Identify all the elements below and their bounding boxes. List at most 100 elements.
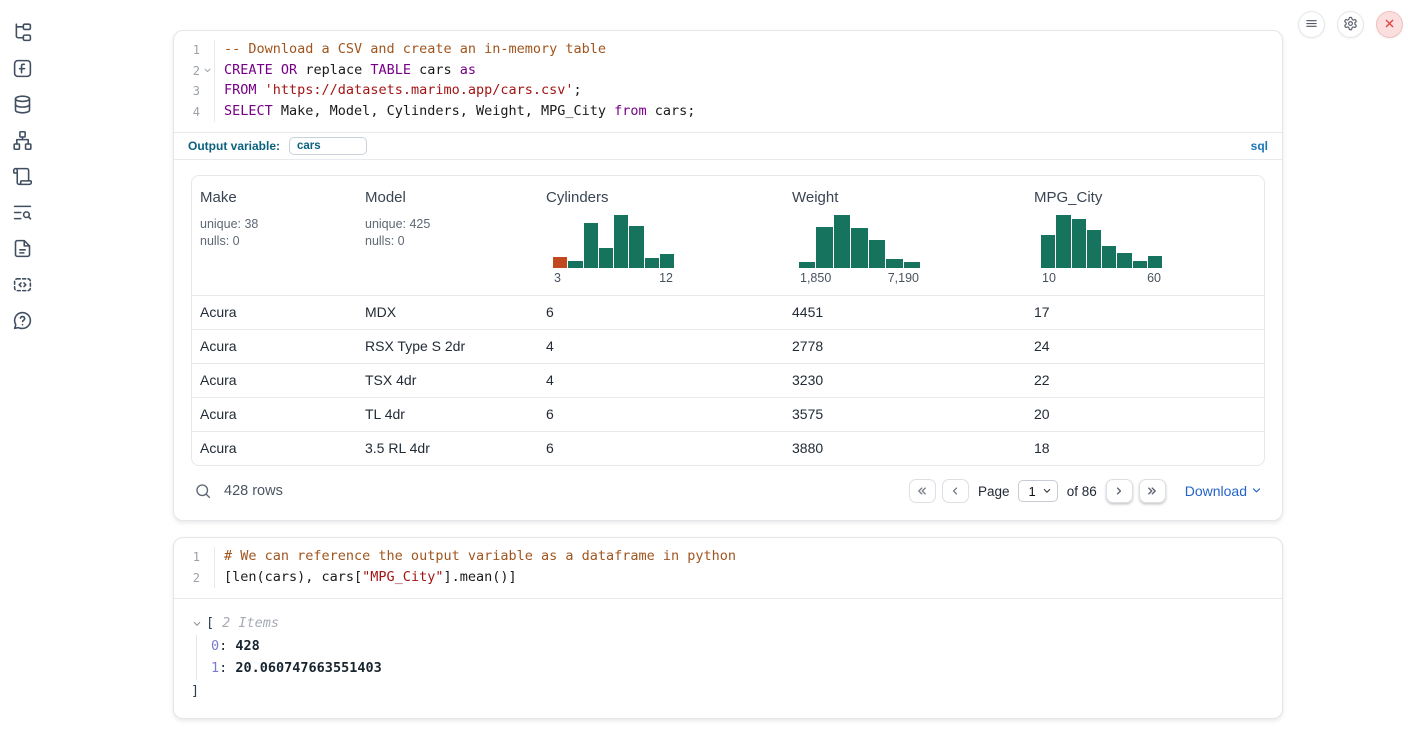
- table-cell: RSX Type S 2dr: [357, 330, 538, 363]
- close-button[interactable]: [1376, 11, 1403, 38]
- prev-page-button[interactable]: [942, 479, 969, 503]
- histogram-bar: [1041, 235, 1055, 268]
- table-header: Makeunique: 38nulls: 0Modelunique: 425nu…: [192, 176, 1264, 295]
- column-name: MPG_City: [1034, 188, 1256, 207]
- histogram-bar: [1148, 256, 1162, 268]
- tree-root-row: [ 2 Items: [191, 612, 1265, 635]
- window-controls: [1298, 11, 1403, 38]
- code-text: FROM 'https://datasets.marimo.app/cars.c…: [214, 81, 1282, 102]
- histogram-bar: [1087, 230, 1101, 268]
- table-cell: 4: [538, 364, 784, 397]
- table-row: Acura3.5 RL 4dr6388018: [192, 431, 1264, 465]
- table-cell: Acura: [192, 296, 357, 329]
- scratchpad-icon[interactable]: [12, 166, 33, 187]
- histogram-axis-labels: 312: [553, 271, 674, 285]
- chevron-down-icon[interactable]: [191, 617, 203, 629]
- output-variable-input[interactable]: [289, 137, 367, 155]
- language-badge: sql: [1251, 139, 1268, 153]
- column-histogram: 1,8507,190: [799, 215, 920, 285]
- fold-gutter: [200, 40, 214, 61]
- table-cell: 3230: [784, 364, 1026, 397]
- table-cell: 6: [538, 432, 784, 465]
- histogram-bar: [660, 254, 674, 268]
- histogram-bar: [568, 261, 582, 268]
- column-name: Weight: [792, 188, 1018, 207]
- table-cell: 2778: [784, 330, 1026, 363]
- table-row: AcuraTSX 4dr4323022: [192, 363, 1264, 397]
- last-page-button[interactable]: [1139, 479, 1166, 503]
- file-tree-icon[interactable]: [12, 22, 33, 43]
- item-value: 428: [235, 638, 259, 654]
- table-cell: Acura: [192, 364, 357, 397]
- histogram-bar: [1056, 215, 1070, 268]
- histogram-bar: [799, 262, 815, 268]
- python-cell: 1# We can reference the output variable …: [173, 537, 1283, 719]
- tree-item: 1: 20.060747663551403: [211, 657, 1265, 680]
- histogram-axis-labels: 1060: [1041, 271, 1162, 285]
- line-number: 1: [174, 40, 200, 61]
- column-header-make[interactable]: Makeunique: 38nulls: 0: [192, 176, 357, 295]
- column-header-mpg_city[interactable]: MPG_City 1060: [1026, 176, 1264, 295]
- next-page-button[interactable]: [1106, 479, 1133, 503]
- histogram-bar: [1102, 246, 1116, 268]
- first-page-button[interactable]: [909, 479, 936, 503]
- code-line: 1 -- Download a CSV and create an in-memo…: [174, 40, 1282, 61]
- help-icon[interactable]: [12, 310, 33, 331]
- search-icon[interactable]: [194, 482, 212, 500]
- histogram-bar: [816, 227, 832, 268]
- item-value: 20.060747663551403: [235, 660, 381, 676]
- output-variable-label: Output variable:: [188, 139, 280, 153]
- page-select[interactable]: 1: [1018, 480, 1057, 502]
- code-text: SELECT Make, Model, Cylinders, Weight, M…: [214, 102, 1282, 123]
- table-cell: Acura: [192, 398, 357, 431]
- function-icon[interactable]: [12, 58, 33, 79]
- table-cell: 3.5 RL 4dr: [357, 432, 538, 465]
- histogram-bar: [834, 215, 850, 268]
- code-text: -- Download a CSV and create an in-memor…: [214, 40, 1282, 61]
- fold-gutter: [200, 568, 214, 589]
- table-cell: 22: [1026, 364, 1264, 397]
- download-label: Download: [1185, 483, 1247, 499]
- histogram-bar: [851, 228, 867, 268]
- code-line: 2CREATE OR replace TABLE cars as: [174, 61, 1282, 82]
- column-header-weight[interactable]: Weight 1,8507,190: [784, 176, 1026, 295]
- fold-chevron-icon[interactable]: [200, 61, 214, 82]
- code-line: 4SELECT Make, Model, Cylinders, Weight, …: [174, 102, 1282, 123]
- python-code-editor[interactable]: 1# We can reference the output variable …: [174, 538, 1282, 598]
- database-icon[interactable]: [12, 94, 33, 115]
- histogram-bar: [645, 258, 659, 268]
- close-bracket: ]: [191, 683, 199, 699]
- code-text: [len(cars), cars["MPG_City"].mean()]: [214, 568, 1282, 589]
- column-header-model[interactable]: Modelunique: 425nulls: 0: [357, 176, 538, 295]
- column-header-cylinders[interactable]: Cylinders312: [538, 176, 784, 295]
- table-cell: 17: [1026, 296, 1264, 329]
- sql-cell: 1 -- Download a CSV and create an in-memo…: [173, 30, 1283, 521]
- code-line: 1# We can reference the output variable …: [174, 547, 1282, 568]
- table-cell: 3575: [784, 398, 1026, 431]
- snippets-icon[interactable]: [12, 274, 33, 295]
- table-cell: MDX: [357, 296, 538, 329]
- table-cell: 4: [538, 330, 784, 363]
- close-bracket-row: ]: [191, 680, 1265, 703]
- table-cell: 20: [1026, 398, 1264, 431]
- histogram-bar: [584, 223, 598, 268]
- histogram-bar: [886, 259, 902, 268]
- dependency-graph-icon[interactable]: [12, 130, 33, 151]
- page-count: of 86: [1067, 484, 1097, 499]
- data-table: Makeunique: 38nulls: 0Modelunique: 425nu…: [191, 175, 1265, 466]
- settings-button[interactable]: [1337, 11, 1364, 38]
- tree-item: 0: 428: [211, 635, 1265, 658]
- column-name: Make: [200, 188, 349, 207]
- menu-button[interactable]: [1298, 11, 1325, 38]
- logs-icon[interactable]: [12, 202, 33, 223]
- sql-code-editor[interactable]: 1 -- Download a CSV and create an in-memo…: [174, 31, 1282, 132]
- histogram-bar: [599, 248, 613, 268]
- settings-icon: [1343, 16, 1358, 34]
- table-body: AcuraMDX6445117AcuraRSX Type S 2dr427782…: [192, 295, 1264, 465]
- documentation-icon[interactable]: [12, 238, 33, 259]
- items-count-label: 2 Items: [222, 612, 279, 635]
- table-row: AcuraMDX6445117: [192, 295, 1264, 329]
- line-number: 2: [174, 61, 200, 82]
- download-button[interactable]: Download: [1185, 483, 1262, 499]
- close-icon: [1382, 16, 1397, 34]
